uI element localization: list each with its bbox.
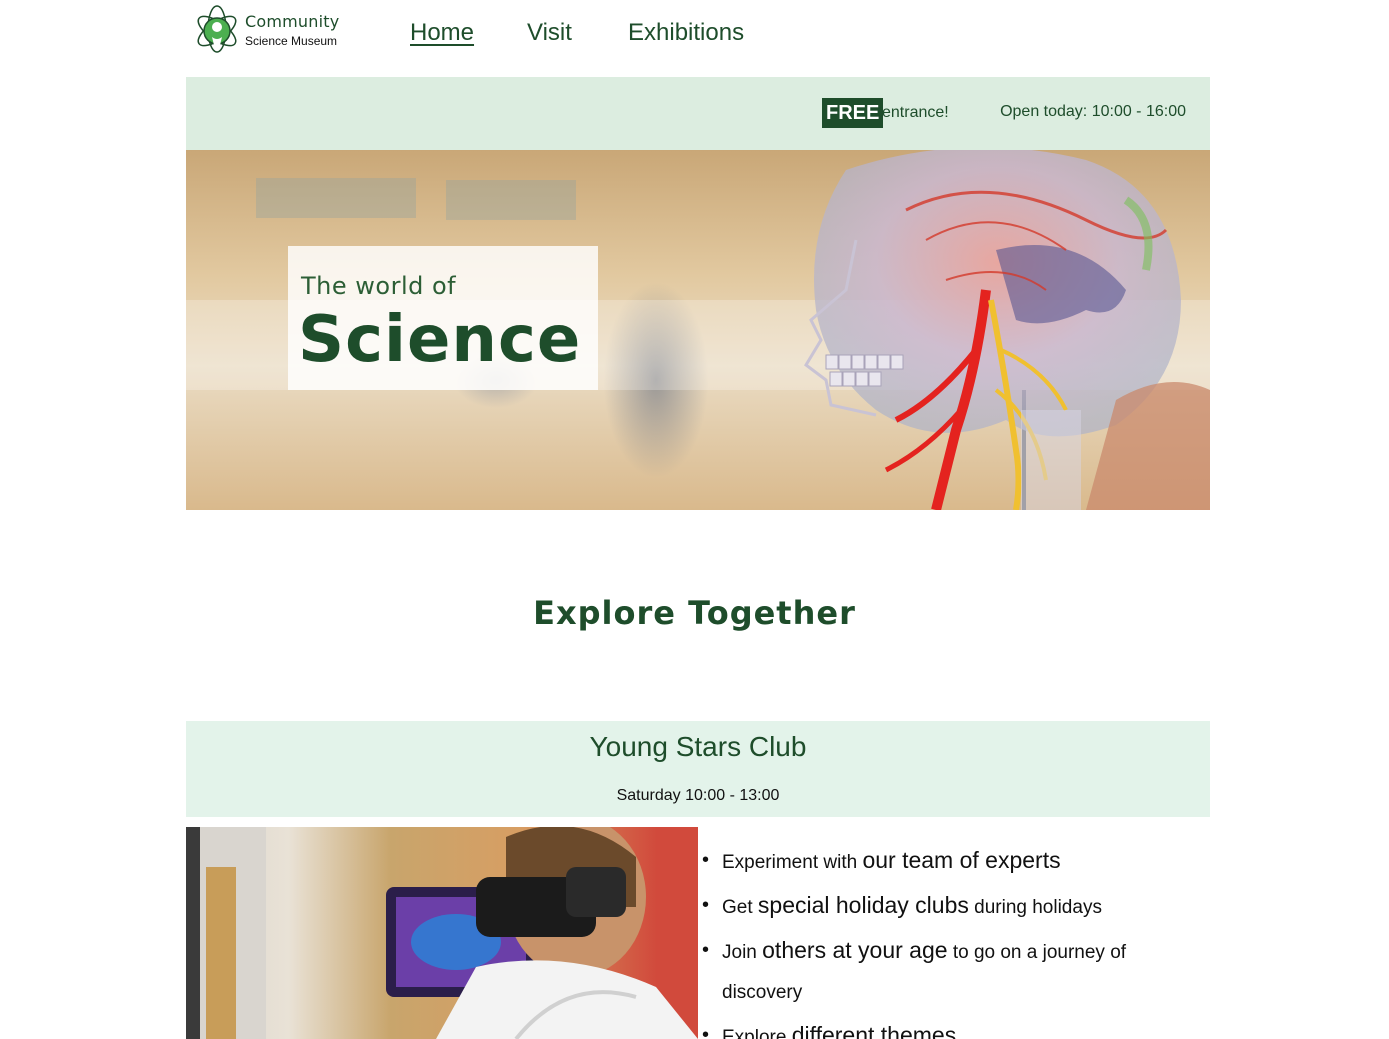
bullet-highlight: others at your age bbox=[762, 937, 948, 963]
bullet-pre: Explore bbox=[722, 1027, 792, 1039]
list-item: Get special holiday clubs during holiday… bbox=[700, 885, 1200, 928]
atom-logo-icon bbox=[197, 5, 237, 53]
site-header: Community Science Museum Home Visit Exhi… bbox=[0, 0, 1389, 72]
bullet-pre: Join bbox=[722, 942, 763, 963]
bullet-highlight: our team of experts bbox=[862, 847, 1061, 873]
club-time: Saturday 10:00 - 13:00 bbox=[616, 787, 780, 804]
explore-heading: Explore Together bbox=[533, 594, 856, 632]
club-title: Young Stars Club bbox=[589, 731, 807, 762]
entrance-text: entrance! bbox=[882, 104, 949, 121]
vr-headset-photo bbox=[186, 827, 698, 1039]
hero-bg-window bbox=[256, 178, 416, 218]
logo-subtitle: Science Museum bbox=[245, 34, 338, 48]
nav-home-link[interactable]: Home bbox=[410, 19, 474, 47]
nav-exhibitions-link[interactable]: Exhibitions bbox=[628, 19, 744, 47]
anatomy-skull-model-image bbox=[804, 150, 1210, 510]
bullet-pre: Experiment with bbox=[722, 852, 863, 873]
hero-small-heading: The world of bbox=[301, 272, 457, 300]
hero-banner: The world of Science bbox=[186, 150, 1210, 510]
list-item: Explore different themes bbox=[700, 1015, 1200, 1039]
bullet-highlight: special holiday clubs bbox=[757, 892, 969, 918]
club-benefits-list: Experiment with our team of experts Get … bbox=[700, 840, 1200, 1039]
list-item: Join others at your age to go on a journ… bbox=[700, 930, 1200, 1013]
bullet-highlight: different themes bbox=[791, 1022, 957, 1039]
club-header: Young Stars Club Saturday 10:00 - 13:00 bbox=[186, 721, 1210, 817]
vr-headset-illustration bbox=[186, 827, 698, 1039]
opening-hours: Open today: 10:00 - 16:00 bbox=[1000, 103, 1186, 120]
hero-big-heading: Science bbox=[298, 303, 582, 377]
free-badge: FREE bbox=[822, 98, 884, 128]
list-item: Experiment with our team of experts bbox=[700, 840, 1200, 883]
hero-bg-window bbox=[446, 180, 576, 220]
info-bar: FREE entrance! Open today: 10:00 - 16:00 bbox=[186, 77, 1210, 150]
logo-link[interactable]: Community Science Museum bbox=[193, 3, 343, 55]
bullet-pre: Get bbox=[722, 897, 758, 918]
logo-title: Community bbox=[245, 12, 340, 31]
hero-title-box: The world of Science bbox=[288, 246, 598, 390]
nav-visit-link[interactable]: Visit bbox=[527, 19, 572, 47]
bullet-post: during holidays bbox=[968, 897, 1102, 918]
